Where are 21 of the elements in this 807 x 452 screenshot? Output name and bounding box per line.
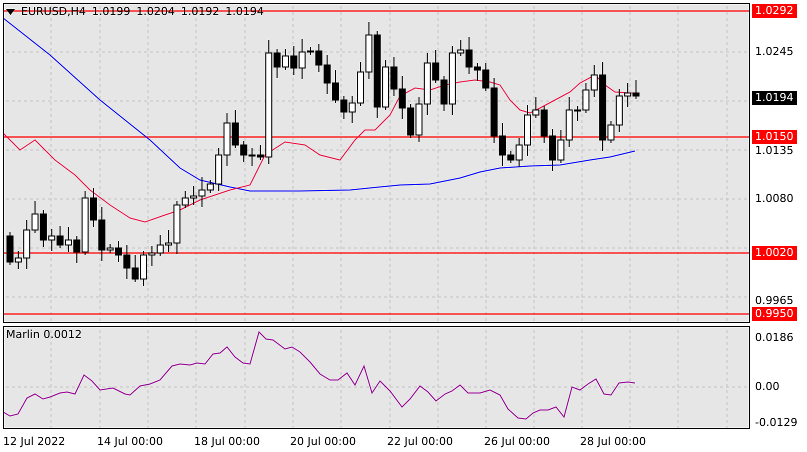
time-axis-label: 20 Jul 00:00: [290, 435, 356, 448]
time-axis-label: 26 Jul 00:00: [484, 435, 550, 448]
indicator-axis-label: 0.00: [754, 380, 780, 394]
price-level-label: 0.9950: [752, 307, 796, 321]
time-axis-label: 14 Jul 00:00: [97, 435, 163, 448]
price-axis-label: 1.0245: [754, 45, 794, 59]
price-axis-label: 0.9965: [754, 294, 794, 308]
time-axis-label: 18 Jul 00:00: [194, 435, 260, 448]
price-level-label: 1.0020: [752, 246, 796, 260]
indicator-axis-label: -0.0129: [754, 416, 798, 430]
time-axis-label: 28 Jul 00:00: [580, 435, 646, 448]
price-level-label: 1.0292: [752, 4, 796, 18]
price-level-label: 1.0194: [752, 91, 796, 105]
indicator-axis-label: 0.0186: [754, 331, 794, 345]
dropdown-triangle-icon[interactable]: [6, 8, 15, 14]
time-axis-label: 12 Jul 2022: [3, 435, 66, 448]
price-level-label: 1.0150: [752, 130, 796, 144]
price-axis-label: 1.0135: [754, 144, 794, 158]
price-axis-label: 1.0080: [754, 192, 794, 206]
time-axis-label: 22 Jul 00:00: [387, 435, 453, 448]
indicator-label: Marlin 0.0012: [6, 328, 82, 341]
